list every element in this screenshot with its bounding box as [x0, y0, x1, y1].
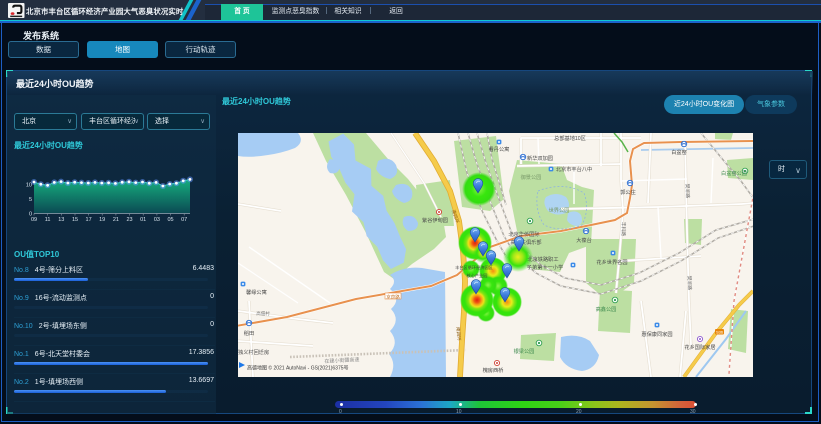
- svg-text:银梁公园: 银梁公园: [514, 347, 535, 355]
- svg-text:17: 17: [86, 217, 92, 223]
- svg-text:花乡世界名园: 花乡世界名园: [596, 258, 627, 266]
- svg-text:馨缘公寓: 馨缘公寓: [246, 288, 267, 296]
- svg-text:核心产业园: 核心产业园: [467, 272, 488, 279]
- svg-text:高鑫公园: 高鑫公园: [596, 305, 617, 313]
- svg-text:紫谷伊甸园: 紫谷伊甸园: [422, 216, 448, 224]
- svg-text:御景公园: 御景公园: [521, 173, 542, 181]
- svg-text:03: 03: [154, 217, 160, 223]
- svg-text:花乡国际家居: 花乡国际家居: [684, 343, 715, 351]
- svg-text:01: 01: [140, 217, 146, 223]
- svg-text:11: 11: [45, 217, 51, 223]
- svg-text:09: 09: [31, 217, 37, 223]
- svg-text:13: 13: [58, 217, 64, 223]
- svg-text:S36: S36: [716, 330, 724, 335]
- svg-text:15: 15: [72, 217, 78, 223]
- svg-text:新华双加园: 新华双加园: [527, 154, 553, 162]
- svg-text:槐房西桥: 槐房西桥: [483, 366, 505, 374]
- svg-text:看丹公寓: 看丹公寓: [489, 145, 510, 153]
- svg-text:高德地图 © 2021 AutoNavi - GS(2021: 高德地图 © 2021 AutoNavi - GS(2021)6375号: [247, 365, 349, 372]
- svg-text:郭公庄: 郭公庄: [620, 188, 636, 196]
- svg-text:世界公园: 世界公园: [549, 206, 570, 214]
- svg-text:白盆窑: 白盆窑: [671, 148, 687, 156]
- svg-text:北京铁路职工: 北京铁路职工: [527, 255, 558, 263]
- svg-text:子弟第十一小学: 子弟第十一小学: [527, 263, 563, 271]
- svg-text:05: 05: [167, 217, 173, 223]
- svg-text:23: 23: [126, 217, 132, 223]
- svg-text:19: 19: [99, 217, 105, 223]
- svg-text:北京市丰台八中: 北京市丰台八中: [556, 165, 592, 173]
- svg-text:丰科路: 丰科路: [620, 222, 627, 237]
- svg-text:京良路: 京良路: [386, 294, 400, 301]
- svg-text:大葆台: 大葆台: [576, 236, 592, 244]
- svg-text:21: 21: [113, 217, 119, 223]
- svg-text:5: 5: [29, 197, 32, 203]
- svg-text:07: 07: [181, 217, 187, 223]
- svg-text:独义村回迁房: 独义村回迁房: [238, 348, 269, 356]
- svg-text:10: 10: [26, 183, 32, 189]
- svg-text:丰台区循环经济园区: 丰台区循环经济园区: [455, 264, 493, 271]
- svg-text:白盆窑公园: 白盆窑公园: [721, 169, 747, 177]
- svg-text:惠保康同家园: 惠保康同家园: [641, 330, 672, 338]
- svg-text:总部基地10区: 总部基地10区: [554, 134, 586, 142]
- svg-text:北京华侨国际: 北京华侨国际: [508, 230, 539, 238]
- svg-text:稻田: 稻田: [244, 329, 254, 337]
- svg-text:高佃村: 高佃村: [256, 310, 270, 317]
